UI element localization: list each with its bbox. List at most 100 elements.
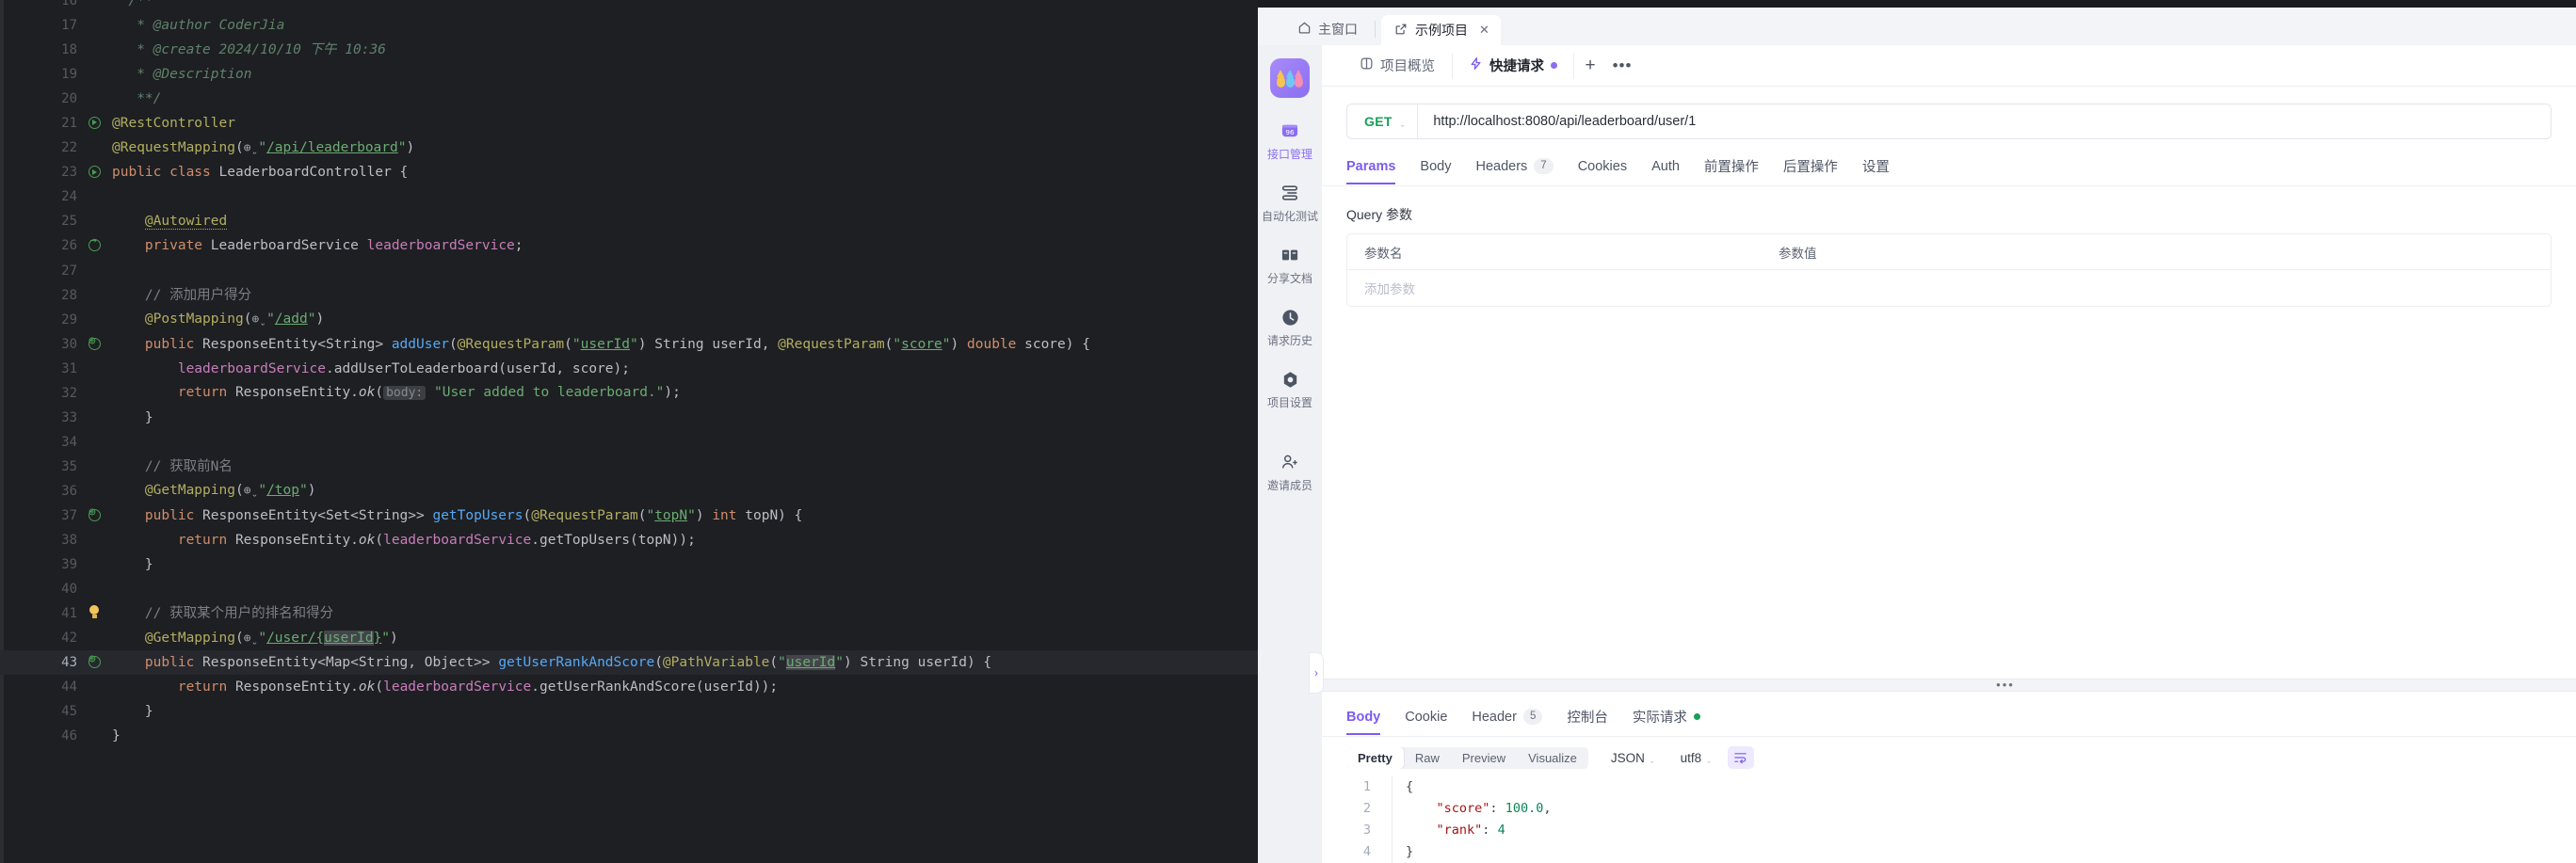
code-line[interactable]: 16 /** [0, 0, 1258, 13]
code-line[interactable]: 33 } [0, 406, 1258, 430]
response-tab-实际请求[interactable]: 实际请求 [1633, 701, 1700, 736]
add-tab-button[interactable]: + [1574, 45, 1606, 87]
gutter-icon[interactable] [79, 503, 109, 528]
line-number: 25 [61, 214, 77, 230]
response-tab-cookie[interactable]: Cookie [1405, 704, 1447, 734]
sidebar-item-api-management[interactable]: 96 接口管理 [1260, 120, 1320, 162]
line-number: 22 [61, 140, 77, 156]
code-text: @RequestMapping(⊕ˬ"/api/leaderboard") [112, 139, 415, 155]
code-line[interactable]: 28 // 添加用户得分 [0, 283, 1258, 308]
code-line[interactable]: 42 @GetMapping(⊕ˬ"/user/{userId}") [0, 626, 1258, 650]
word-wrap-icon[interactable] [1727, 746, 1754, 769]
view-mode-visualize[interactable]: Visualize [1517, 747, 1588, 769]
line-number: 24 [61, 189, 77, 205]
request-tab-body[interactable]: Body [1420, 153, 1451, 184]
code-line[interactable]: 17 * @author CoderJia [0, 13, 1258, 38]
splitter-handle[interactable]: ••• [1996, 679, 2015, 691]
code-text: /** [128, 0, 153, 8]
code-line[interactable]: 35 // 获取前N名 [0, 455, 1258, 479]
response-tab-bar: Body Cookie Header 5 控制台 实际请求 [1322, 692, 2576, 737]
code-line[interactable]: 38 return ResponseEntity.ok(leaderboardS… [0, 528, 1258, 552]
code-line[interactable]: 34 [0, 430, 1258, 455]
code-line[interactable]: 36 @GetMapping(⊕ˬ"/top") [0, 479, 1258, 503]
tab-divider [1375, 21, 1376, 38]
code-line[interactable]: 30 public ResponseEntity<String> addUser… [0, 332, 1258, 357]
line-number: 36 [61, 483, 77, 499]
request-tab-headers[interactable]: Headers 7 [1475, 152, 1554, 184]
line-number: 23 [61, 165, 77, 181]
add-param-placeholder[interactable]: 添加参数 [1347, 279, 1762, 297]
code-line[interactable]: 27 [0, 259, 1258, 283]
request-tab-前置操作[interactable]: 前置操作 [1704, 151, 1759, 185]
code-line[interactable]: 23 public class LeaderboardController { [0, 160, 1258, 184]
view-mode-preview[interactable]: Preview [1451, 747, 1517, 769]
line-number: 21 [61, 116, 77, 132]
project-tab[interactable]: 示例项目 ✕ [1381, 15, 1501, 45]
table-row[interactable]: 添加参数 [1347, 270, 2551, 306]
code-line[interactable]: 26 private LeaderboardService leaderboar… [0, 233, 1258, 258]
sidebar-item-project-settings[interactable]: 项目设置 [1260, 369, 1320, 410]
view-mode-raw[interactable]: Raw [1404, 747, 1451, 769]
code-line[interactable]: 24 [0, 184, 1258, 209]
response-tab-控制台[interactable]: 控制台 [1567, 701, 1608, 736]
main-window-tab[interactable]: 主窗口 [1286, 15, 1369, 43]
code-lines[interactable]: 16 /** 17 * @author CoderJia 18 * @create … [0, 0, 1258, 748]
code-line[interactable]: 32 return ResponseEntity.ok(body: "User … [0, 381, 1258, 406]
response-tab-body[interactable]: Body [1346, 704, 1381, 735]
code-line[interactable]: 39 } [0, 552, 1258, 577]
tab-quick-request[interactable]: 快捷请求 [1452, 45, 1574, 87]
sidebar-item-share-doc-label: 分享文档 [1266, 272, 1312, 285]
code-line[interactable]: 45 } [0, 699, 1258, 724]
view-mode-pretty[interactable]: Pretty [1346, 746, 1404, 769]
sidebar-item-request-history[interactable]: 请求历史 [1260, 307, 1320, 348]
code-line[interactable]: 46} [0, 724, 1258, 748]
gutter-icon[interactable] [79, 111, 109, 136]
code-line[interactable]: 44 return ResponseEntity.ok(leaderboardS… [0, 675, 1258, 699]
code-line[interactable]: 21 @RestController [0, 111, 1258, 136]
sidebar-item-share-doc[interactable]: 分享文档 [1260, 245, 1320, 286]
response-tab-header[interactable]: Header 5 [1472, 703, 1543, 734]
code-editor-panel[interactable]: 16 /** 17 * @author CoderJia 18 * @create … [0, 0, 1258, 863]
code-line[interactable]: 18 * @create 2024/10/10 下午 10:36 [0, 38, 1258, 62]
method-selector[interactable]: GET ˬ [1347, 104, 1417, 138]
request-tab-params[interactable]: Params [1346, 153, 1396, 184]
line-number: 46 [61, 728, 77, 744]
code-line[interactable]: 43 public ResponseEntity<Map<String, Obj… [0, 650, 1258, 676]
code-line[interactable]: 37 public ResponseEntity<Set<String>> ge… [0, 503, 1258, 528]
gutter-icon[interactable] [79, 160, 109, 184]
request-tab-后置操作[interactable]: 后置操作 [1783, 151, 1838, 185]
line-number: 19 [61, 67, 77, 83]
request-tab-cookies[interactable]: Cookies [1578, 153, 1627, 184]
method-label: GET [1364, 114, 1393, 129]
response-body-json[interactable]: 1{2 "score": 100.0, 3 "rank": 4 4} [1322, 776, 2576, 863]
gutter-icon[interactable] [79, 233, 109, 258]
code-line[interactable]: 25 @Autowired [0, 209, 1258, 233]
format-selector[interactable]: JSON ˬ [1602, 747, 1664, 769]
code-line[interactable]: 31 leaderboardService.addUserToLeaderboa… [0, 357, 1258, 381]
code-text: } [144, 557, 153, 573]
code-line[interactable]: 41 // 获取某个用户的排名和得分 [0, 601, 1258, 626]
request-tab-auth[interactable]: Auth [1651, 153, 1680, 184]
tab-project-overview[interactable]: 项目概览 [1343, 45, 1452, 87]
sidebar-item-invite-member[interactable]: 邀请成员 [1260, 452, 1320, 493]
gutter-icon[interactable] [79, 650, 109, 675]
code-line[interactable]: 29 @PostMapping(⊕ˬ"/add") [0, 308, 1258, 332]
request-tab-设置[interactable]: 设置 [1862, 151, 1890, 185]
collapse-panel-button[interactable]: › [1309, 652, 1324, 694]
home-icon [1297, 21, 1312, 38]
code-line[interactable]: 22 @RequestMapping(⊕ˬ"/api/leaderboard") [0, 136, 1258, 160]
line-number: 35 [61, 458, 77, 474]
sidebar-item-automation-test[interactable]: 自动化测试 [1260, 183, 1320, 224]
gutter-icon[interactable] [79, 332, 109, 357]
close-icon[interactable]: ✕ [1479, 23, 1489, 38]
code-line[interactable]: 19 * @Description [0, 62, 1258, 87]
code-line[interactable]: 20 **/ [0, 87, 1258, 111]
gutter-icon[interactable] [79, 601, 109, 626]
encoding-selector[interactable]: utf8 ˬ [1671, 747, 1720, 769]
tab-more-button[interactable]: ••• [1606, 45, 1638, 87]
code-text: @Autowired [144, 214, 228, 231]
panel-splitter[interactable]: › ••• [1309, 652, 2576, 694]
code-line[interactable]: 40 [0, 577, 1258, 601]
url-input[interactable] [1418, 104, 2551, 138]
code-text: // 获取某个用户的排名和得分 [144, 606, 334, 622]
